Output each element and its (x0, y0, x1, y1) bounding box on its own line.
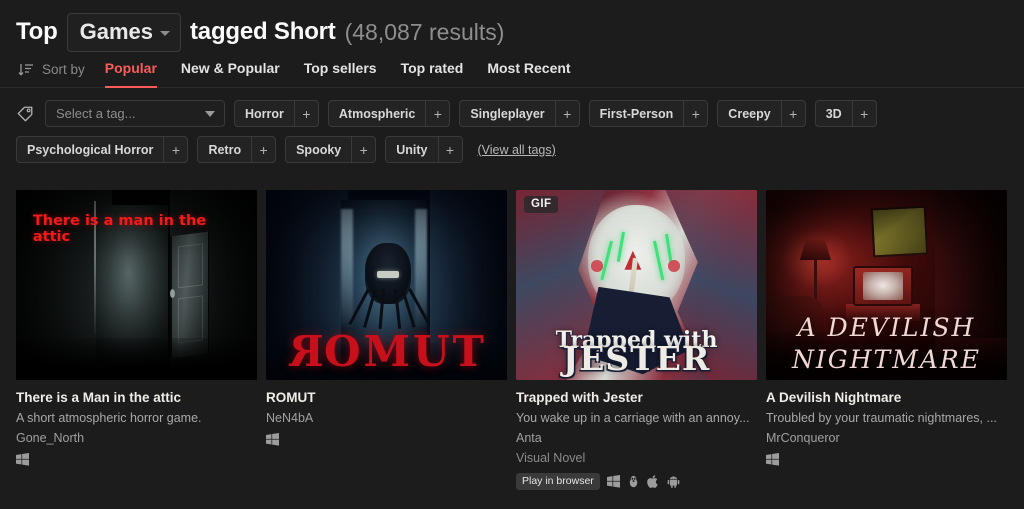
apple-icon (646, 475, 658, 488)
platform-row (16, 453, 257, 466)
game-description: You wake up in a carriage with an annoy.… (516, 411, 750, 425)
sort-option-new-and-popular[interactable]: New & Popular (181, 51, 280, 88)
tag-chip-unity[interactable]: Unity + (385, 136, 463, 163)
thumbnail-title-text: A DEVILISH (797, 313, 976, 342)
content-type-label: Games (79, 18, 153, 44)
windows-icon (766, 453, 779, 466)
game-thumbnail[interactable]: A DEVILISH NIGHTMARE (766, 190, 1007, 380)
thumbnail-subtitle-text: NIGHTMARE (792, 345, 981, 375)
tag-label: Atmospheric (338, 106, 416, 121)
tag-add-button[interactable]: + (425, 101, 449, 126)
tag-filter-row-1: Select a tag... Horror + Atmospheric + S… (16, 100, 1024, 127)
results-count: (48,087 results) (344, 18, 505, 45)
windows-icon (606, 475, 620, 488)
game-description: A short atmospheric horror game. (16, 411, 202, 425)
game-description: Troubled by your traumatic nightmares, .… (766, 411, 997, 425)
tag-chip-singleplayer[interactable]: Singleplayer + (459, 100, 580, 127)
tag-add-button[interactable]: + (851, 101, 876, 126)
sort-option-most-recent[interactable]: Most Recent (487, 51, 570, 88)
tagged-label: tagged Short (190, 18, 336, 45)
content-type-dropdown[interactable]: Games (66, 12, 181, 52)
tag-label: Singleplayer (470, 106, 545, 121)
platform-row: Play in browser (516, 473, 757, 490)
windows-icon (266, 433, 279, 446)
tag-filter-row-2: Psychological Horror + Retro + Spooky + … (16, 136, 1024, 163)
tag-chip-3d[interactable]: 3D + (814, 100, 877, 127)
tag-add-button[interactable]: + (683, 101, 707, 126)
game-title[interactable]: A Devilish Nightmare (766, 390, 1007, 405)
sort-by-label: Sort by (42, 62, 85, 77)
tag-label: Spooky (296, 142, 342, 157)
game-author[interactable]: Anta (516, 431, 757, 445)
tag-label: Retro (208, 142, 242, 157)
thumbnail-title-text: ROMUT (286, 327, 487, 377)
gif-badge: GIF (524, 196, 559, 213)
page-title-prefix: Top (16, 18, 58, 45)
game-grid: There is a man in the attic There is a M… (0, 182, 1024, 490)
tag-add-button[interactable]: + (780, 101, 805, 126)
chevron-down-icon (205, 110, 215, 117)
tag-add-button[interactable]: + (554, 101, 579, 126)
chevron-down-icon (160, 31, 170, 36)
tag-label: First-Person (599, 106, 674, 121)
tag-label: Creepy (728, 106, 771, 121)
linux-icon (629, 475, 638, 488)
page-header: Top Games tagged Short (48,087 results) (0, 0, 1024, 52)
game-thumbnail[interactable]: There is a man in the attic (16, 190, 257, 380)
thumbnail-subtitle-text: JESTER (562, 339, 711, 379)
tag-select-input[interactable]: Select a tag... (45, 100, 225, 127)
game-card[interactable]: ROMUT ROMUT NeN4bA (266, 190, 507, 490)
game-author[interactable]: Gone_North (16, 431, 257, 445)
tag-select-placeholder: Select a tag... (56, 106, 136, 121)
android-icon (667, 476, 680, 488)
tag-label: Psychological Horror (27, 142, 154, 157)
game-title[interactable]: There is a Man in the attic (16, 390, 257, 405)
game-author[interactable]: MrConqueror (766, 431, 1007, 445)
tag-chip-horror[interactable]: Horror + (234, 100, 319, 127)
game-author[interactable]: NeN4bA (266, 411, 507, 425)
game-title[interactable]: ROMUT (266, 390, 507, 405)
sort-option-popular[interactable]: Popular (104, 51, 157, 88)
tag-chip-atmospheric[interactable]: Atmospheric + (327, 100, 451, 127)
tag-label: Horror (245, 106, 284, 121)
tag-add-button[interactable]: + (351, 137, 375, 162)
tag-label: Unity (396, 142, 428, 157)
tag-chip-psychological-horror[interactable]: Psychological Horror + (16, 136, 189, 163)
tag-icon (17, 106, 33, 121)
tag-chip-retro[interactable]: Retro + (197, 136, 277, 163)
game-card[interactable]: GIF Trapped with JESTER Trapped with Jes… (516, 190, 757, 490)
game-genre: Visual Novel (516, 451, 586, 465)
sort-option-top-rated[interactable]: Top rated (401, 51, 464, 88)
tag-add-button[interactable]: + (251, 137, 275, 162)
platform-row (766, 453, 1007, 466)
sort-option-top-sellers[interactable]: Top sellers (304, 51, 377, 88)
view-all-tags-link[interactable]: (View all tags) (478, 143, 556, 157)
game-title[interactable]: Trapped with Jester (516, 390, 757, 405)
tag-label: 3D (825, 106, 842, 121)
play-in-browser-badge[interactable]: Play in browser (516, 473, 600, 490)
platform-row (266, 433, 507, 446)
tag-add-button[interactable]: + (293, 101, 318, 126)
windows-icon (16, 453, 29, 466)
game-thumbnail[interactable]: ROMUT (266, 190, 507, 380)
tag-add-button[interactable]: + (437, 137, 462, 162)
game-card[interactable]: A DEVILISH NIGHTMARE A Devilish Nightmar… (766, 190, 1007, 490)
thumbnail-title-text: There is a man in the attic (32, 212, 207, 245)
tag-filter-area: Select a tag... Horror + Atmospheric + S… (0, 88, 1024, 182)
tag-chip-creepy[interactable]: Creepy + (717, 100, 806, 127)
sort-icon (18, 63, 33, 75)
tag-chip-first-person[interactable]: First-Person + (588, 100, 709, 127)
tag-chip-spooky[interactable]: Spooky + (285, 136, 377, 163)
tag-add-button[interactable]: + (163, 137, 187, 162)
sort-bar: Sort by Popular New & Popular Top seller… (0, 52, 1024, 88)
game-card[interactable]: There is a man in the attic There is a M… (16, 190, 257, 490)
game-thumbnail[interactable]: GIF Trapped with JESTER (516, 190, 757, 380)
